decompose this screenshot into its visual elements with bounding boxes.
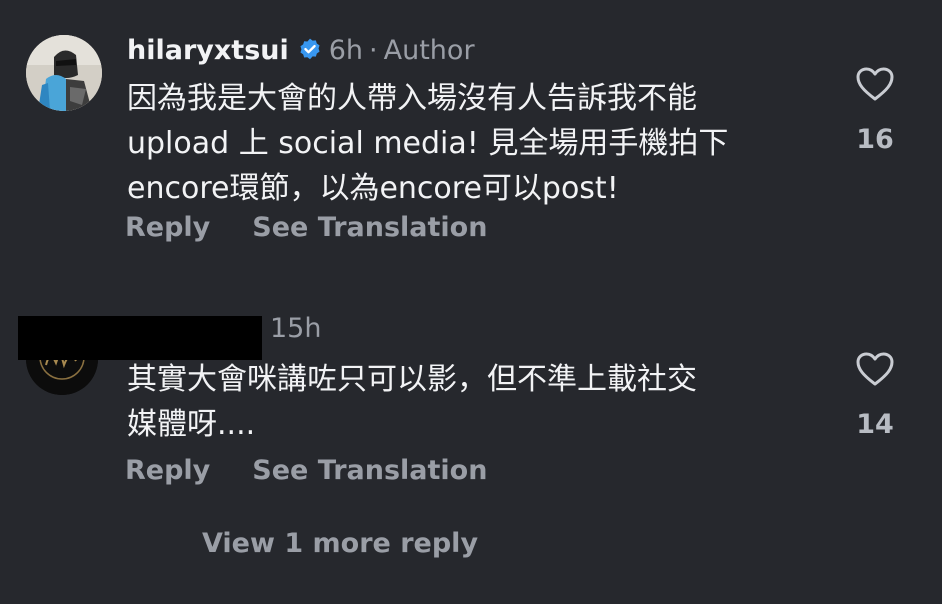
author-badge: Author [383,34,475,66]
comment-actions: Reply See Translation [125,212,487,243]
reply-button[interactable]: Reply [125,455,210,486]
username[interactable]: hilaryxtsui [127,35,289,66]
heart-icon[interactable] [855,351,895,387]
verified-badge-icon [297,37,323,63]
view-more-replies-button[interactable]: View 1 more reply [202,528,478,559]
comment-header: hilaryxtsui 6h · Author [127,32,475,68]
redacted-username [18,316,262,360]
like-count: 16 [856,124,894,155]
comment-actions: Reply See Translation [125,455,487,486]
comment-text: 其實大會咪講咗只可以影，但不準上載社交 媒體呀.... [127,362,697,442]
timestamp: 15h [270,313,322,344]
reply-button[interactable]: Reply [125,212,210,243]
separator: · [369,34,378,66]
avatar-image [26,35,102,111]
timestamp: 6h [328,34,364,66]
comment-text: 因為我是大會的人帶入場沒有人告訴我不能 upload 上 social medi… [127,81,729,206]
like-control: 14 [845,351,905,440]
heart-icon[interactable] [855,66,895,102]
comment-meta: 6h · Author [329,35,475,66]
see-translation-button[interactable]: See Translation [252,455,487,486]
see-translation-button[interactable]: See Translation [252,212,487,243]
like-count: 14 [856,409,894,440]
avatar[interactable] [26,35,102,111]
like-control: 16 [845,66,905,155]
